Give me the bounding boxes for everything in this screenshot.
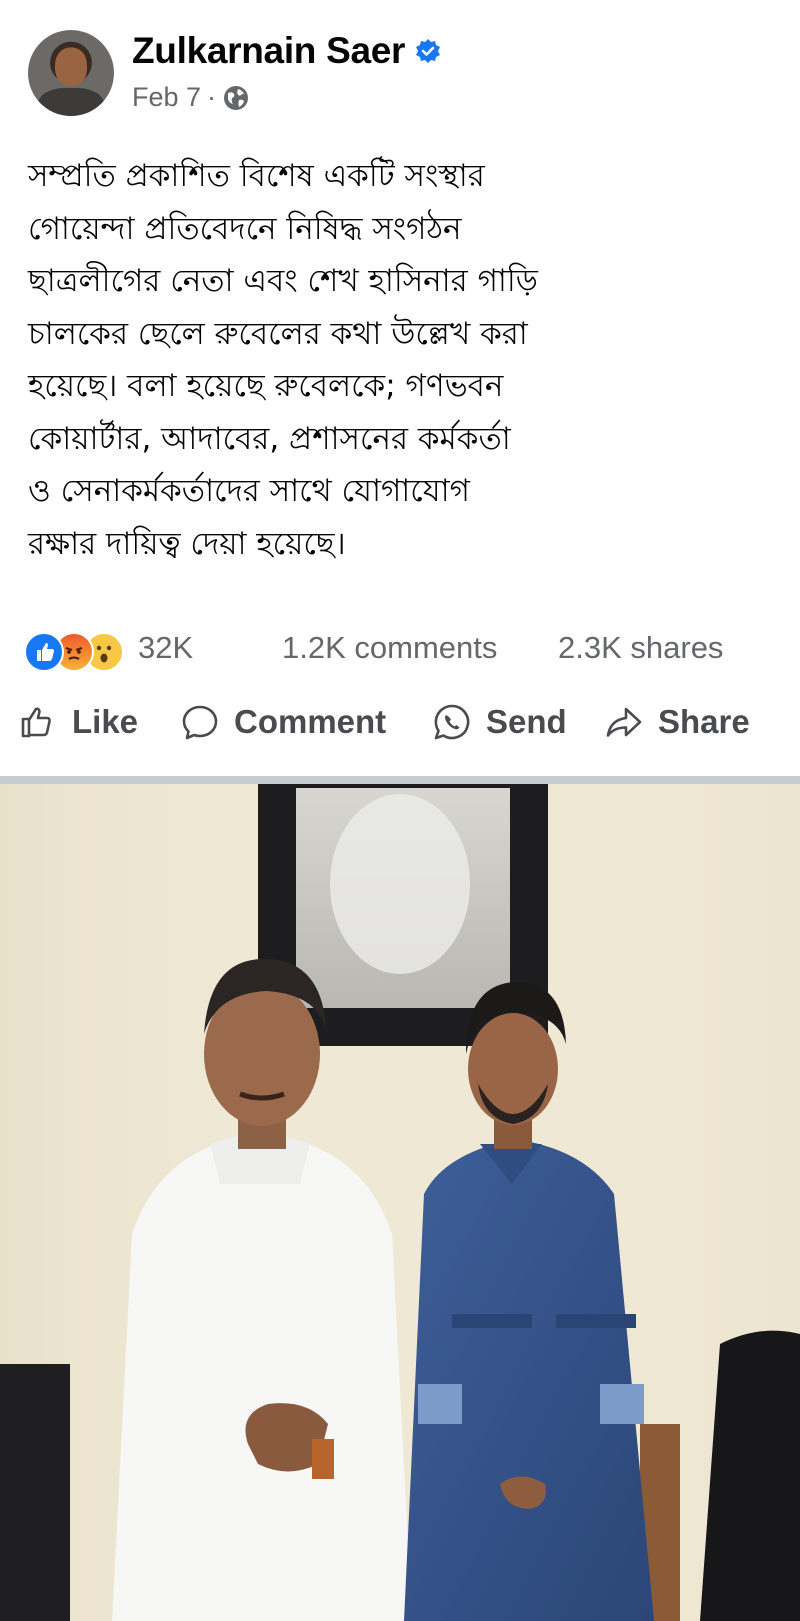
post-card: Zulkarnain Saer Feb 7 · সম্প্রতি প্রকাশি… — [0, 0, 800, 800]
globe-icon — [224, 85, 249, 110]
author-avatar[interactable] — [28, 30, 114, 116]
author-name[interactable]: Zulkarnain Saer — [132, 30, 405, 72]
post-header: Zulkarnain Saer Feb 7 · — [28, 30, 788, 122]
shares-count[interactable]: 2.3K shares — [558, 630, 723, 666]
share-button[interactable]: Share — [604, 702, 750, 742]
comment-button[interactable]: Comment — [180, 702, 386, 742]
share-arrow-icon — [606, 707, 642, 737]
post-date[interactable]: Feb 7 — [132, 82, 201, 113]
left-chair — [0, 1364, 70, 1621]
avatar-face — [55, 48, 87, 86]
like-reaction-icon — [24, 632, 64, 672]
verified-badge-icon — [416, 39, 441, 63]
post-photo[interactable] — [0, 784, 800, 1621]
avatar-body — [38, 88, 104, 116]
author-name-row: Zulkarnain Saer — [132, 30, 441, 72]
thumbs-up-icon — [21, 707, 51, 738]
comments-count[interactable]: 1.2K comments — [282, 630, 497, 666]
reactions-count[interactable]: 32K — [138, 630, 193, 666]
whatsapp-icon — [434, 704, 470, 740]
like-label: Like — [72, 703, 139, 740]
post-stats: 32K 1.2K comments 2.3K shares — [24, 628, 776, 672]
comment-label: Comment — [234, 703, 387, 740]
comment-bubble-icon — [182, 705, 218, 740]
post-meta: Feb 7 · — [132, 82, 250, 113]
like-button[interactable]: Like — [18, 702, 138, 742]
share-label: Share — [658, 703, 750, 740]
post-actions-bar: Like Comment Send Share — [18, 702, 786, 758]
reaction-icons[interactable] — [24, 632, 124, 672]
post-body-text: সম্প্রতি প্রকাশিত বিশেষ একটি সংস্থার গোয… — [28, 158, 538, 562]
photo-scene — [0, 784, 800, 1621]
send-button[interactable]: Send — [432, 702, 567, 742]
send-label: Send — [486, 703, 567, 740]
section-divider — [0, 776, 800, 784]
meta-separator: · — [207, 82, 217, 112]
